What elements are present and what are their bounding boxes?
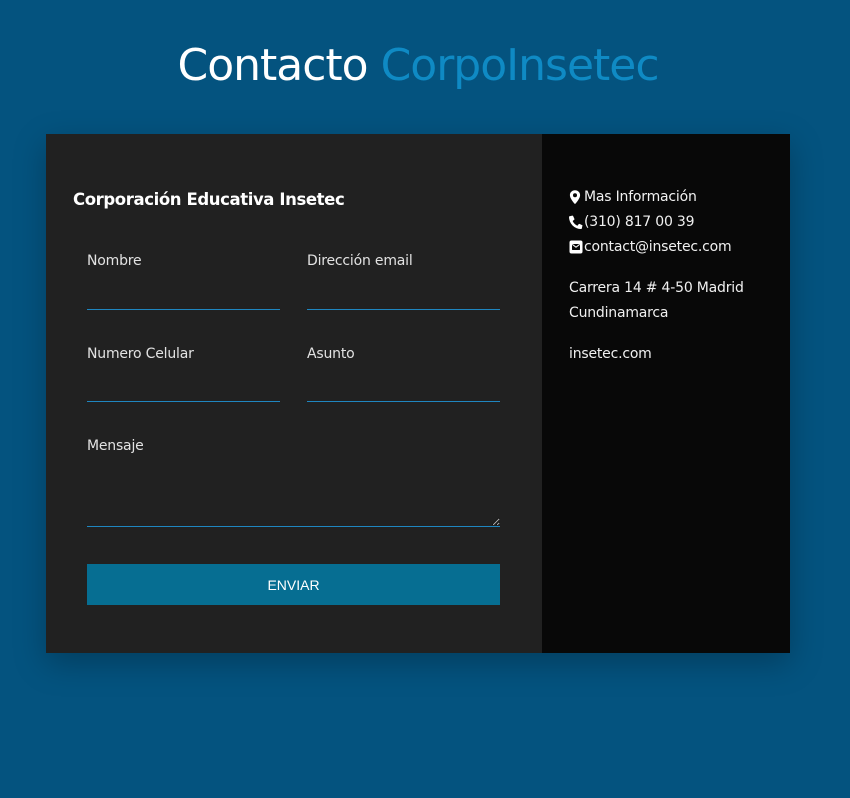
asunto-label: Asunto (307, 346, 355, 362)
mensaje-field: Mensaje (87, 437, 500, 527)
nombre-label: Nombre (87, 253, 142, 269)
mensaje-label: Mensaje (87, 438, 144, 454)
contact-form: Corporación Educativa Insetec Nombre Dir… (46, 134, 542, 653)
email-input[interactable] (307, 285, 500, 310)
phone-number[interactable]: (310) 817 00 39 (584, 211, 695, 233)
asunto-field: Asunto (307, 345, 500, 402)
page-title: Contacto CorpoInsetec (0, 38, 836, 94)
map-marker-icon (569, 189, 581, 204)
contact-card: Corporación Educativa Insetec Nombre Dir… (46, 134, 790, 653)
celular-field: Numero Celular (87, 345, 280, 402)
phone-icon (569, 215, 583, 229)
address-line-2: Cundinamarca (569, 305, 669, 321)
enviar-button[interactable]: ENVIAR (87, 564, 500, 605)
more-info-line: Mas Información (569, 184, 731, 209)
page-title-main: Contacto (177, 40, 368, 91)
mensaje-textarea[interactable] (87, 464, 500, 527)
organization-name: Corporación Educativa Insetec (73, 190, 345, 209)
contact-email[interactable]: contact@insetec.com (584, 236, 732, 258)
email-field: Dirección email (307, 252, 500, 310)
nombre-input[interactable] (87, 285, 280, 310)
email-line: contact@insetec.com (569, 234, 732, 259)
website-link[interactable]: insetec.com (569, 343, 652, 365)
envelope-square-icon (569, 240, 583, 254)
address-line-1: Carrera 14 # 4-50 Madrid (569, 280, 744, 296)
contact-info-list: Mas Información (310) 817 00 39 contact@… (569, 184, 732, 259)
phone-line: (310) 817 00 39 (569, 209, 731, 234)
address: Carrera 14 # 4-50 Madrid Cundinamarca (569, 276, 769, 326)
asunto-input[interactable] (307, 377, 500, 402)
info-panel: Mas Información (310) 817 00 39 contact@… (542, 134, 790, 653)
more-info-text: Mas Información (584, 188, 697, 205)
celular-label: Numero Celular (87, 346, 194, 362)
celular-input[interactable] (87, 377, 280, 402)
nombre-field: Nombre (87, 252, 280, 310)
page-title-brand: CorpoInsetec (380, 40, 660, 91)
email-label: Dirección email (307, 253, 413, 269)
